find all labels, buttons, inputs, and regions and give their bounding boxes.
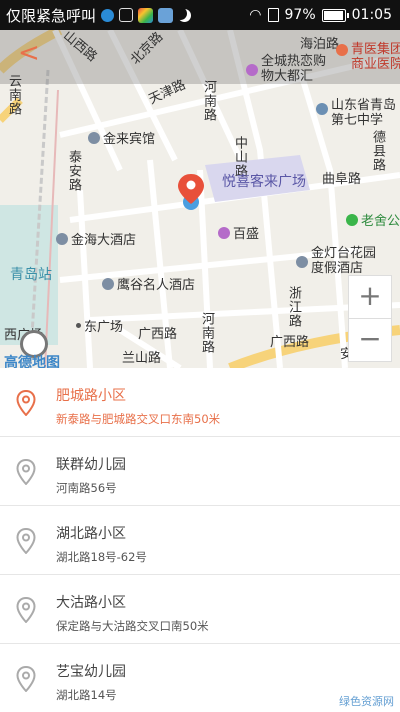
- hotel-icon: [56, 232, 68, 245]
- location-pin-icon: [178, 174, 204, 210]
- poi-label: 老舍公: [361, 214, 400, 229]
- poi-laoshegong[interactable]: 老舍公: [346, 210, 400, 229]
- place-title: 大沽路小区: [56, 595, 126, 611]
- poi-baisheng[interactable]: 百盛: [218, 223, 259, 242]
- poi-label: 全城热恋购 物大都汇: [261, 54, 327, 84]
- wifi-icon: ◠: [249, 7, 262, 23]
- hospital-icon: [336, 44, 348, 56]
- back-button[interactable]: <: [18, 38, 40, 68]
- poi-yuexi[interactable]: 悦喜客来广场: [222, 171, 306, 191]
- map-pin-icon: [16, 666, 36, 692]
- park-icon: [346, 213, 358, 226]
- place-list: 肥城路小区 新泰路与肥城路交叉口东南50米 联群幼儿园 河南路56号 湖北路小区…: [0, 368, 400, 712]
- shopping-icon: [246, 64, 258, 76]
- place-address: 湖北路18号-62号: [56, 550, 147, 564]
- hotel-icon: [296, 256, 308, 268]
- road-label: 河南路: [201, 80, 216, 122]
- map-pin-icon: [16, 528, 36, 554]
- poi-label: 金海大酒店: [71, 233, 137, 248]
- place-address: 湖北路14号: [56, 688, 117, 702]
- zoom-out-button[interactable]: −: [348, 318, 392, 362]
- map-pin-icon: [16, 459, 36, 485]
- clock: 01:05: [351, 7, 392, 23]
- map-provider-logo: 高德地图: [4, 355, 60, 368]
- poi-label: 鹰谷名人酒店: [117, 278, 196, 293]
- poi-label: 山东省青岛 第七中学: [331, 98, 397, 128]
- map-pin-icon: [16, 390, 36, 416]
- place-address: 保定路与大沽路交叉口南50米: [56, 619, 209, 633]
- poi-hospital[interactable]: 青医集团 商业医院: [336, 42, 400, 72]
- moon-icon: [178, 9, 191, 22]
- road-label: 河南路: [199, 312, 214, 354]
- hotel-icon: [88, 131, 100, 144]
- poi-label: 金来宾馆: [103, 132, 156, 147]
- watermark: 绿色资源网: [339, 695, 394, 708]
- map-pin-icon: [16, 597, 36, 623]
- road-label: 广西路: [138, 327, 178, 342]
- poi-label: 青岛站: [10, 267, 52, 283]
- notification-text: 仅限紧急呼叫: [6, 6, 97, 25]
- road-label: 浙江路: [286, 286, 301, 328]
- place-title: 联群幼儿园: [56, 457, 126, 473]
- list-item[interactable]: 肥城路小区 新泰路与肥城路交叉口东南50米: [0, 368, 400, 437]
- color-app-icon: [138, 7, 154, 23]
- road-label: 云南路: [6, 74, 21, 116]
- map-view[interactable]: < 山西路 北京路 天津路 河南路 中山路 海泊路 德县路 曲阜路 云南路 泰安…: [0, 30, 400, 368]
- poi-yinggu[interactable]: 鹰谷名人酒店: [102, 274, 195, 293]
- place-title: 肥城路小区: [56, 388, 126, 404]
- place-address: 新泰路与肥城路交叉口东南50米: [56, 412, 221, 426]
- dot-icon: [76, 323, 81, 328]
- list-item[interactable]: 湖北路小区 湖北路18号-62号: [0, 506, 400, 575]
- place-address: 河南路56号: [56, 481, 117, 495]
- sim-icon: [267, 8, 279, 22]
- gallery-icon: [158, 7, 174, 23]
- poi-mall[interactable]: 全城热恋购 物大都汇: [246, 54, 326, 84]
- shopping-icon: [218, 226, 230, 239]
- road-label: 泰安路: [66, 150, 81, 192]
- road-label: 海泊路: [300, 37, 340, 52]
- poi-jindeng[interactable]: 金灯台花园 度假酒店: [296, 246, 376, 276]
- road-label: 广西路: [270, 335, 310, 350]
- battery-icon: [321, 8, 349, 22]
- poi-jinhai[interactable]: 金海大酒店: [56, 229, 136, 248]
- list-item[interactable]: 大沽路小区 保定路与大沽路交叉口南50米: [0, 575, 400, 644]
- place-title: 艺宝幼儿园: [56, 664, 126, 680]
- road-label: 曲阜路: [322, 172, 362, 187]
- poi-jinlai[interactable]: 金来宾馆: [88, 128, 155, 147]
- app-notification-icon: [101, 8, 115, 22]
- road-label: 德县路: [370, 130, 385, 172]
- poi-label: 青医集团 商业医院: [351, 42, 400, 72]
- battery-percent: 97%: [284, 7, 316, 23]
- poi-dongguangchang[interactable]: 东广场: [76, 316, 123, 335]
- poi-label: 东广场: [84, 320, 124, 335]
- image-notification-icon: [119, 8, 134, 22]
- place-title: 湖北路小区: [56, 526, 126, 542]
- list-item[interactable]: 联群幼儿园 河南路56号: [0, 437, 400, 506]
- status-bar: 仅限紧急呼叫 ◠ 97% 01:05: [0, 0, 400, 30]
- hotel-icon: [102, 277, 114, 290]
- road-label: 兰山路: [122, 351, 162, 366]
- school-icon: [316, 103, 328, 115]
- poi-school[interactable]: 山东省青岛 第七中学: [316, 98, 396, 128]
- poi-label: 金灯台花园 度假酒店: [311, 246, 377, 276]
- zoom-in-button[interactable]: +: [348, 275, 392, 319]
- poi-label: 悦喜客来广场: [222, 174, 306, 190]
- poi-label: 百盛: [233, 227, 260, 242]
- poi-qingdao-station[interactable]: 青岛站: [10, 264, 52, 284]
